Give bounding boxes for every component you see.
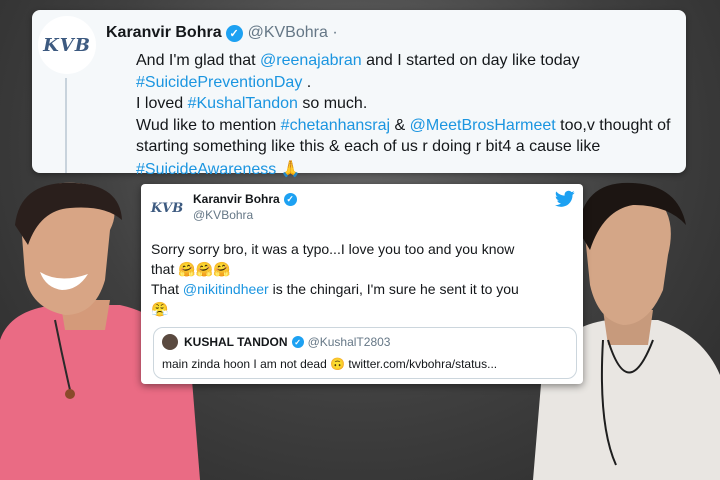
tweet-mid-card[interactable]: KVB Karanvir Bohra ✓ @KVBohra Sorry sorr… — [141, 184, 583, 384]
text-fragment: And I'm glad that — [136, 52, 261, 69]
author-handle[interactable]: @KVBohra · — [248, 24, 338, 42]
text-fragment: Wud like to mention — [136, 116, 281, 134]
tweet-line: Wud like to mention #chetanhansraj & @Me… — [136, 115, 711, 137]
text-fragment: so much. — [297, 95, 368, 112]
text-fragment: . — [302, 73, 312, 91]
kvb-avatar[interactable]: KVB — [38, 16, 96, 74]
quoted-tweet-header: KUSHAL TANDON ✓ @KushalT2803 — [162, 334, 390, 350]
text-fragment: too,v thought of — [555, 116, 671, 134]
thread-line — [65, 78, 67, 173]
tweet-mid-header: Karanvir Bohra ✓ @KVBohra — [193, 192, 297, 222]
tweet-line: that 🤗🤗🤗 — [151, 260, 571, 281]
author-name[interactable]: Karanvir Bohra — [106, 24, 222, 42]
folded-hands-emoji: 🙏 — [280, 158, 301, 178]
kvb-avatar[interactable]: KVB — [149, 190, 185, 226]
twitter-bird-icon[interactable] — [555, 190, 575, 208]
author-handle[interactable]: @KVBohra — [193, 208, 297, 222]
tweet-line: 😤 — [151, 300, 571, 321]
mention-link[interactable]: @reenajabran — [260, 52, 362, 69]
kushal-avatar[interactable] — [162, 334, 178, 350]
verified-badge-icon: ✓ — [225, 24, 243, 42]
hashtag-link[interactable]: #SuicidePreventionDay — [136, 74, 302, 91]
hashtag-link[interactable]: #SuicideAwareness — [136, 161, 276, 178]
author-name[interactable]: Karanvir Bohra — [193, 192, 280, 206]
tweet-line: starting something like this & each of u… — [136, 138, 601, 155]
tweet-line: And I'm glad that @reenajabran and I sta… — [136, 50, 711, 72]
quoted-tweet-text: main zinda hoon I am not dead 🙃 twitter.… — [162, 357, 498, 371]
tweet-line: Sorry sorry bro, it was a typo...I love … — [151, 241, 515, 257]
hashtag-link[interactable]: #KushalTandon — [188, 95, 298, 112]
text-fragment: That — [151, 281, 183, 297]
tweet-line: #SuicideAwareness 🙏 — [136, 158, 711, 181]
tweet-line: That @nikitindheer is the chingari, I'm … — [151, 280, 571, 300]
mention-link[interactable]: @nikitindheer — [183, 281, 269, 297]
quoted-tweet[interactable]: KUSHAL TANDON ✓ @KushalT2803 main zinda … — [153, 327, 577, 379]
tweet-line: I loved #KushalTandon so much. — [136, 93, 711, 115]
text-fragment: & — [390, 116, 410, 134]
tweet-mid-text: Sorry sorry bro, it was a typo...I love … — [151, 240, 571, 320]
quoted-author-handle[interactable]: @KushalT2803 — [308, 335, 391, 349]
tweet-top-card[interactable]: KVB Karanvir Bohra ✓ @KVBohra · And I'm … — [32, 10, 686, 178]
tweet-line: #SuicidePreventionDay . — [136, 72, 711, 94]
hashtag-link[interactable]: #chetanhansraj — [281, 117, 390, 134]
verified-badge-icon: ✓ — [283, 192, 297, 206]
meme-collage: KVB Karanvir Bohra ✓ @KVBohra · And I'm … — [0, 0, 720, 480]
verified-badge-icon: ✓ — [291, 336, 304, 348]
tweet-top-header: Karanvir Bohra ✓ @KVBohra · — [106, 24, 338, 42]
text-fragment: and I started on day like today — [361, 52, 580, 69]
mention-link[interactable]: @MeetBrosHarmeet — [410, 117, 556, 134]
tweet-top-text: And I'm glad that @reenajabran and I sta… — [136, 50, 711, 180]
text-fragment: I loved — [136, 95, 188, 112]
hugging-face-emoji: 🤗🤗🤗 — [178, 261, 231, 278]
quoted-author-name[interactable]: KUSHAL TANDON — [184, 335, 288, 349]
text-fragment: is the chingari, I'm sure he sent it to … — [268, 281, 519, 297]
text-fragment: that — [151, 260, 179, 277]
steam-face-emoji: 😤 — [151, 301, 169, 318]
name-row: Karanvir Bohra ✓ — [193, 192, 297, 206]
